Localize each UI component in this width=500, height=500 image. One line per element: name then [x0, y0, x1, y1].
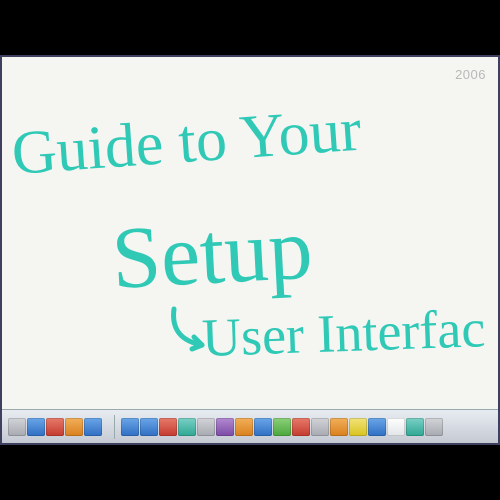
handwriting-line-2: Setup: [109, 199, 314, 310]
tool-icon-4[interactable]: [178, 418, 196, 436]
tool-icon-14[interactable]: [368, 418, 386, 436]
tool-icon-7[interactable]: [235, 418, 253, 436]
taskbar-group: [8, 418, 108, 436]
app-icon-1[interactable]: [8, 418, 26, 436]
tool-icon-1[interactable]: [121, 418, 139, 436]
app-icon-5[interactable]: [84, 418, 102, 436]
taskbar-group: [121, 418, 449, 436]
tool-icon-2[interactable]: [140, 418, 158, 436]
handwritten-canvas[interactable]: Guide to Your Setup User Interfac: [2, 57, 498, 443]
tool-icon-16[interactable]: [406, 418, 424, 436]
tool-icon-8[interactable]: [254, 418, 272, 436]
taskbar-separator: [114, 415, 115, 439]
tool-icon-13[interactable]: [349, 418, 367, 436]
tool-icon-17[interactable]: [425, 418, 443, 436]
tool-icon-5[interactable]: [197, 418, 215, 436]
tool-icon-9[interactable]: [273, 418, 291, 436]
whiteboard-window: 2006 Guide to Your Setup User Interfac: [0, 55, 500, 445]
tool-icon-6[interactable]: [216, 418, 234, 436]
app-icon-4[interactable]: [65, 418, 83, 436]
tool-icon-15[interactable]: [387, 418, 405, 436]
tool-icon-10[interactable]: [292, 418, 310, 436]
handwriting-line-1: Guide to Your: [10, 95, 364, 190]
handwriting-line-3: User Interfac: [201, 297, 486, 369]
tool-icon-11[interactable]: [311, 418, 329, 436]
app-icon-3[interactable]: [46, 418, 64, 436]
app-icon-2[interactable]: [27, 418, 45, 436]
tool-icon-12[interactable]: [330, 418, 348, 436]
taskbar: [2, 409, 498, 443]
tool-icon-3[interactable]: [159, 418, 177, 436]
